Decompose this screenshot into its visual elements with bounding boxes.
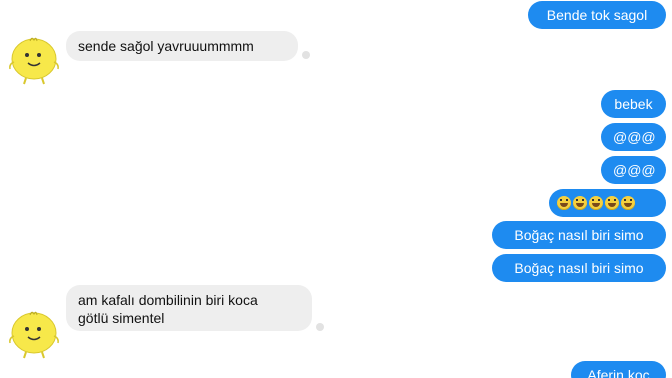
laughing-emoji-icon	[573, 196, 587, 210]
chat-thread: Bende tok sagol sende sağol yavruuummmm …	[0, 0, 672, 378]
message-incoming[interactable]: am kafalı dombilinin biri koca götlü sim…	[66, 285, 312, 331]
message-incoming[interactable]: sende sağol yavruuummmm	[66, 31, 298, 61]
message-outgoing[interactable]: bebek	[601, 90, 666, 118]
message-outgoing[interactable]: Boğaç nasıl biri simo	[492, 254, 666, 282]
laughing-emoji-icon	[605, 196, 619, 210]
laughing-emoji-icon	[621, 196, 635, 210]
laughing-emoji-icon	[589, 196, 603, 210]
simsimi-avatar-icon[interactable]	[6, 32, 62, 88]
message-outgoing[interactable]: Bende tok sagol	[528, 1, 666, 29]
seen-indicator	[316, 323, 324, 331]
message-outgoing[interactable]: @@@	[601, 156, 666, 184]
message-outgoing-emoji[interactable]	[549, 189, 666, 217]
message-outgoing[interactable]: Boğaç nasıl biri simo	[492, 221, 666, 249]
seen-indicator	[302, 51, 310, 59]
laughing-emoji-icon	[557, 196, 571, 210]
simsimi-avatar-icon[interactable]	[6, 306, 62, 362]
message-outgoing[interactable]: @@@	[601, 123, 666, 151]
message-outgoing[interactable]: Aferin koç	[571, 361, 666, 378]
